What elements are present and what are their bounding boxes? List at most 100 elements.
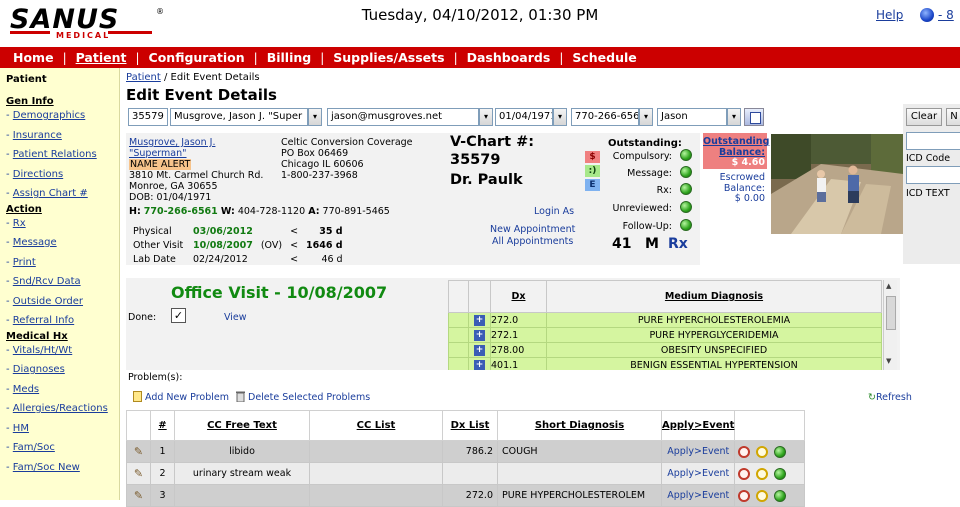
cc-list-header[interactable]: CC List bbox=[309, 410, 443, 441]
nav-configuration[interactable]: Configuration bbox=[140, 50, 254, 65]
nav-patient[interactable]: Patient bbox=[67, 50, 136, 65]
status-yellow-icon[interactable] bbox=[756, 467, 769, 480]
escrowed-balance-label: Escrowed Balance: bbox=[719, 172, 765, 194]
delete-problems-link[interactable]: Delete Selected Problems bbox=[236, 391, 370, 403]
nav-dashboards[interactable]: Dashboards bbox=[458, 50, 560, 65]
office-visit-title: Office Visit - 10/08/2007 bbox=[171, 283, 388, 302]
status-green-icon[interactable] bbox=[774, 445, 787, 458]
rx-status-icon[interactable] bbox=[680, 183, 692, 195]
sidebar-item-snd-rcv[interactable]: - Snd/Rcv Data bbox=[6, 276, 119, 296]
apply-event-link[interactable]: Apply>Event bbox=[667, 446, 729, 457]
patient-photo[interactable] bbox=[771, 134, 903, 234]
compulsory-status-icon[interactable] bbox=[680, 149, 692, 161]
nav-supplies-assets[interactable]: Supplies/Assets bbox=[324, 50, 453, 65]
short-diagnosis-header[interactable]: Short Diagnosis bbox=[497, 410, 662, 441]
login-as-link[interactable]: Login As bbox=[534, 206, 574, 217]
outstanding-balance-link[interactable]: Outstanding Balance: bbox=[703, 136, 769, 158]
email-dropdown-arrow[interactable]: ▾ bbox=[479, 108, 493, 126]
name-dropdown-arrow[interactable]: ▾ bbox=[308, 108, 322, 126]
visit-row: Other Visit 10/08/2007 (OV) < 1646 d bbox=[133, 240, 343, 251]
sidebar-item-demographics[interactable]: - Demographics bbox=[6, 110, 119, 130]
cc-free-text-header[interactable]: CC Free Text bbox=[174, 410, 310, 441]
sidebar-item-print[interactable]: - Print bbox=[6, 257, 119, 277]
sidebar-item-rx[interactable]: - Rx bbox=[6, 218, 119, 238]
dx-header[interactable]: Dx bbox=[490, 280, 547, 313]
sidebar-item-hm[interactable]: - HM bbox=[6, 423, 119, 443]
done-checkbox[interactable]: ✓ bbox=[171, 308, 186, 323]
email-select[interactable]: jason@musgroves.net bbox=[327, 108, 479, 126]
apply-event-link[interactable]: Apply>Event bbox=[667, 468, 729, 479]
rx-link[interactable]: Rx bbox=[668, 236, 688, 252]
sidebar-item-directions[interactable]: - Directions bbox=[6, 169, 119, 189]
next-button[interactable]: N bbox=[946, 108, 960, 126]
apply-event-link[interactable]: Apply>Event bbox=[667, 490, 729, 501]
sidebar-item-meds[interactable]: - Meds bbox=[6, 384, 119, 404]
apply-event-header[interactable]: Apply>Event bbox=[660, 410, 736, 441]
dx-scrollbar[interactable]: ▲ ▼ bbox=[883, 280, 897, 370]
status-green-icon[interactable] bbox=[774, 467, 787, 480]
address-line-1: 3810 Mt. Carmel Church Rd. bbox=[129, 170, 264, 181]
dx-list-header[interactable]: Dx List bbox=[442, 410, 498, 441]
follow-up-status-icon[interactable] bbox=[680, 219, 692, 231]
sidebar-item-diagnoses[interactable]: - Diagnoses bbox=[6, 364, 119, 384]
expand-icon[interactable]: + bbox=[474, 315, 485, 326]
user-globe-icon[interactable] bbox=[920, 8, 934, 22]
patient-dob: DOB: 01/04/1971 bbox=[129, 192, 212, 203]
insurance-block: Celtic Conversion Coverage PO Box 06469 … bbox=[281, 137, 413, 181]
table-row: ✎ 1 libido 786.2 COUGH Apply>Event bbox=[126, 440, 806, 463]
sidebar-item-allergies[interactable]: - Allergies/Reactions bbox=[6, 403, 119, 423]
status-red-icon[interactable] bbox=[738, 445, 751, 458]
sidebar-item-insurance[interactable]: - Insurance bbox=[6, 130, 119, 150]
sidebar-item-fam-soc[interactable]: - Fam/Soc bbox=[6, 442, 119, 462]
first-name-dropdown-arrow[interactable]: ▾ bbox=[727, 108, 741, 126]
visit-history: Physical 03/06/2012 < 35 d Other Visit 1… bbox=[131, 224, 351, 268]
page-title: Edit Event Details bbox=[126, 86, 277, 104]
edit-pencil-icon[interactable]: ✎ bbox=[134, 489, 143, 502]
dx-row: + 272.1 PURE HYPERGLYCERIDEMIA bbox=[448, 327, 882, 343]
dob-dropdown-arrow[interactable]: ▾ bbox=[553, 108, 567, 126]
dx-row: + 272.0 PURE HYPERCHOLESTEROLEMIA bbox=[448, 312, 882, 328]
breadcrumb-patient-link[interactable]: Patient bbox=[126, 72, 161, 83]
all-appointments-link[interactable]: All Appointments bbox=[492, 236, 573, 247]
new-appointment-link[interactable]: New Appointment bbox=[490, 224, 575, 235]
expand-icon[interactable]: + bbox=[474, 345, 485, 356]
sidebar-item-fam-soc-new[interactable]: - Fam/Soc New bbox=[6, 462, 119, 482]
patient-name-link[interactable]: Musgrove, Jason J. bbox=[129, 137, 263, 148]
expand-icon[interactable]: + bbox=[474, 330, 485, 341]
dob-select[interactable]: 01/04/1971 bbox=[495, 108, 553, 126]
patient-id-field[interactable]: 35579 bbox=[128, 108, 168, 126]
user-count-link[interactable]: - 8 bbox=[938, 8, 954, 22]
icd-text-input[interactable] bbox=[906, 166, 960, 184]
patient-sex: M bbox=[645, 236, 659, 252]
patient-nickname[interactable]: "Superman" bbox=[129, 148, 263, 159]
sidebar-item-message[interactable]: - Message bbox=[6, 237, 119, 257]
status-red-icon[interactable] bbox=[738, 467, 751, 480]
diagnosis-table: Dx Medium Diagnosis + 272.0 PURE HYPERCH… bbox=[448, 280, 882, 370]
edit-pencil-icon[interactable]: ✎ bbox=[134, 467, 143, 480]
medium-diagnosis-header[interactable]: Medium Diagnosis bbox=[546, 280, 882, 313]
calculator-icon[interactable] bbox=[744, 108, 764, 126]
sidebar-item-vitals[interactable]: - Vitals/Ht/Wt bbox=[6, 345, 119, 365]
nav-home[interactable]: Home bbox=[4, 50, 63, 65]
nav-billing[interactable]: Billing bbox=[258, 50, 321, 65]
view-link[interactable]: View bbox=[224, 312, 247, 323]
clear-button[interactable]: Clear bbox=[906, 108, 942, 126]
problems-label: Problem(s): bbox=[128, 372, 183, 383]
phone-dropdown-arrow[interactable]: ▾ bbox=[639, 108, 653, 126]
expand-icon[interactable]: + bbox=[474, 360, 485, 370]
patient-name-select[interactable]: Musgrove, Jason J. "Super bbox=[170, 108, 308, 126]
sidebar-item-outside-order[interactable]: - Outside Order bbox=[6, 296, 119, 316]
help-link[interactable]: Help bbox=[876, 8, 903, 22]
add-problem-link[interactable]: Add New Problem bbox=[133, 391, 229, 403]
phone-select[interactable]: 770-266-6561 bbox=[571, 108, 639, 126]
icd-code-input[interactable] bbox=[906, 132, 960, 150]
nav-schedule[interactable]: Schedule bbox=[563, 50, 645, 65]
sidebar-item-patient-relations[interactable]: - Patient Relations bbox=[6, 149, 119, 169]
unreviewed-status-icon[interactable] bbox=[680, 201, 692, 213]
refresh-link[interactable]: ↻Refresh bbox=[868, 392, 912, 403]
table-row: ✎ 2 urinary stream weak Apply>Event bbox=[126, 462, 806, 485]
message-status-icon[interactable] bbox=[680, 166, 692, 178]
first-name-select[interactable]: Jason bbox=[657, 108, 727, 126]
edit-pencil-icon[interactable]: ✎ bbox=[134, 445, 143, 458]
status-yellow-icon[interactable] bbox=[756, 445, 769, 458]
